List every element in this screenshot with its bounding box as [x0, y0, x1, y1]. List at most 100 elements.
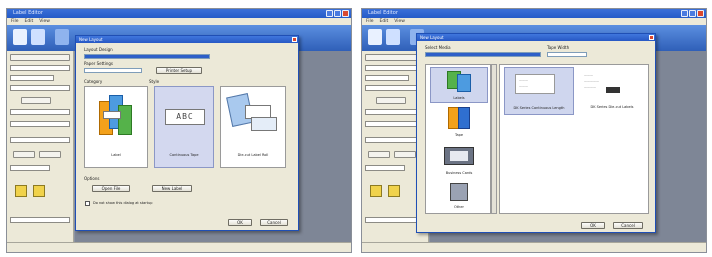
category-label: Category — [84, 79, 103, 84]
sidebar-button[interactable] — [368, 151, 390, 158]
category-item-label[interactable]: Label — [84, 86, 148, 168]
diecut-label-caption: Die-cut Label Roll — [237, 153, 269, 157]
other-caption: Other — [454, 205, 464, 209]
maximize-button[interactable] — [689, 10, 696, 17]
sidebar-field[interactable] — [10, 65, 70, 71]
app-title: Label Editor — [13, 10, 43, 16]
menu-file[interactable]: File — [11, 18, 19, 25]
sidebar-button[interactable] — [376, 97, 406, 104]
dialog-title: New Layout — [420, 35, 444, 40]
status-bar — [362, 242, 706, 252]
menu-file[interactable]: File — [366, 18, 374, 25]
align-left-icon[interactable] — [370, 185, 382, 197]
paper-dropdown[interactable] — [84, 68, 142, 73]
select-media-label: Select Media — [425, 45, 451, 50]
dialog-title-bar: New Layout — [417, 34, 655, 41]
menu-bar: File Edit View — [362, 18, 706, 25]
category-tape[interactable]: Tape — [430, 105, 488, 141]
open-file-button[interactable]: Open File — [92, 185, 130, 192]
tape-sample: ABC — [165, 109, 205, 125]
preview-card-continuous[interactable]: ——— ——— DK Series Continuous Length — [504, 67, 574, 115]
category-labels[interactable]: Labels — [430, 67, 488, 103]
title-bar: Label Editor — [362, 9, 706, 18]
ok-button[interactable]: OK — [581, 222, 605, 229]
sidebar-field[interactable] — [365, 165, 405, 171]
media-category-list[interactable]: Labels Tape Business Cards Other — [425, 64, 491, 214]
open-icon[interactable] — [386, 29, 400, 45]
ok-button[interactable]: OK — [228, 219, 252, 226]
menu-edit[interactable]: Edit — [380, 18, 389, 25]
minimize-button[interactable] — [326, 10, 333, 17]
label-icon — [99, 95, 133, 135]
minimize-button[interactable] — [681, 10, 688, 17]
sidebar-button[interactable] — [13, 151, 35, 158]
preview-diecut-caption: DK Series Die-cut Labels — [590, 105, 634, 109]
business-cards-caption: Business Cards — [445, 171, 473, 175]
media-field[interactable] — [425, 52, 541, 57]
sidebar-field[interactable] — [10, 165, 50, 171]
sidebar-field[interactable] — [10, 137, 70, 143]
sidebar-field[interactable] — [365, 75, 409, 81]
startup-checkbox-label: Do not show this dialog at startup — [93, 201, 153, 205]
new-label-button[interactable]: New Label — [152, 185, 192, 192]
align-right-icon[interactable] — [388, 185, 400, 197]
sidebar-field[interactable] — [10, 217, 70, 223]
open-icon[interactable] — [31, 29, 45, 45]
menu-view[interactable]: View — [394, 18, 405, 25]
category-item-continuous-tape[interactable]: ABC Continuous Tape — [154, 86, 214, 168]
sidebar-tool-row[interactable] — [10, 54, 70, 61]
new-document-icon[interactable] — [13, 29, 27, 45]
maximize-button[interactable] — [334, 10, 341, 17]
new-document-icon[interactable] — [368, 29, 382, 45]
dialog-close-icon[interactable] — [292, 37, 297, 42]
dialog-close-icon[interactable] — [649, 35, 654, 40]
diecut-label-icon — [226, 93, 279, 139]
continuous-tape-caption: Continuous Tape — [169, 153, 199, 157]
status-bar — [7, 242, 351, 252]
app-title: Label Editor — [368, 10, 398, 16]
options-label: Options — [84, 176, 100, 181]
save-icon[interactable] — [55, 29, 69, 45]
startup-checkbox[interactable] — [85, 201, 90, 206]
sidebar-button[interactable] — [394, 151, 416, 158]
cancel-button[interactable]: Cancel — [613, 222, 643, 229]
media-preview-pane: ——— ——— DK Series Continuous Length ——— … — [499, 64, 649, 214]
label-caption: Label — [111, 153, 121, 157]
printer-setup-button[interactable]: Printer Setup — [156, 67, 202, 74]
tape-width-dropdown[interactable] — [547, 52, 587, 57]
sidebar-button[interactable] — [21, 97, 51, 104]
layout-design-field[interactable] — [84, 54, 210, 59]
align-left-icon[interactable] — [15, 185, 27, 197]
new-layout-dialog: New Layout Layout Design Paper Settings … — [75, 35, 299, 231]
menu-bar: File Edit View — [7, 18, 351, 25]
preview-card-diecut[interactable]: ——— ————— ———— DK Series Die-cut Labels — [578, 67, 646, 115]
close-button[interactable] — [342, 10, 349, 17]
properties-sidebar — [7, 51, 74, 246]
menu-view[interactable]: View — [39, 18, 50, 25]
category-item-diecut-label[interactable]: Die-cut Label Roll — [220, 86, 286, 168]
category-business-cards[interactable]: Business Cards — [430, 143, 488, 179]
dialog-title: New Layout — [79, 37, 103, 42]
labels-caption: Labels — [453, 96, 465, 100]
style-label: Style — [149, 79, 160, 84]
close-button[interactable] — [697, 10, 704, 17]
cancel-button[interactable]: Cancel — [260, 219, 288, 226]
tape-width-label: Tape Width — [547, 45, 570, 50]
menu-edit[interactable]: Edit — [25, 18, 34, 25]
layout-design-label: Layout Design — [84, 47, 113, 52]
scrollbar[interactable] — [491, 64, 497, 214]
title-bar: Label Editor — [7, 9, 351, 18]
sidebar-field[interactable] — [10, 109, 70, 115]
preview-continuous-caption: DK Series Continuous Length — [513, 106, 565, 110]
paper-settings-label: Paper Settings — [84, 61, 114, 66]
sidebar-field[interactable] — [10, 75, 54, 81]
screenshot-right-window: Label Editor File Edit View New Layout S… — [361, 8, 707, 253]
sidebar-field[interactable] — [10, 121, 70, 127]
sidebar-button[interactable] — [39, 151, 61, 158]
tape-caption: Tape — [454, 133, 464, 137]
category-other[interactable]: Other — [430, 181, 488, 213]
dialog-title-bar: New Layout — [76, 36, 298, 43]
align-right-icon[interactable] — [33, 185, 45, 197]
sidebar-field[interactable] — [10, 85, 70, 91]
screenshot-left-window: Label Editor File Edit View New Layout L… — [6, 8, 352, 253]
